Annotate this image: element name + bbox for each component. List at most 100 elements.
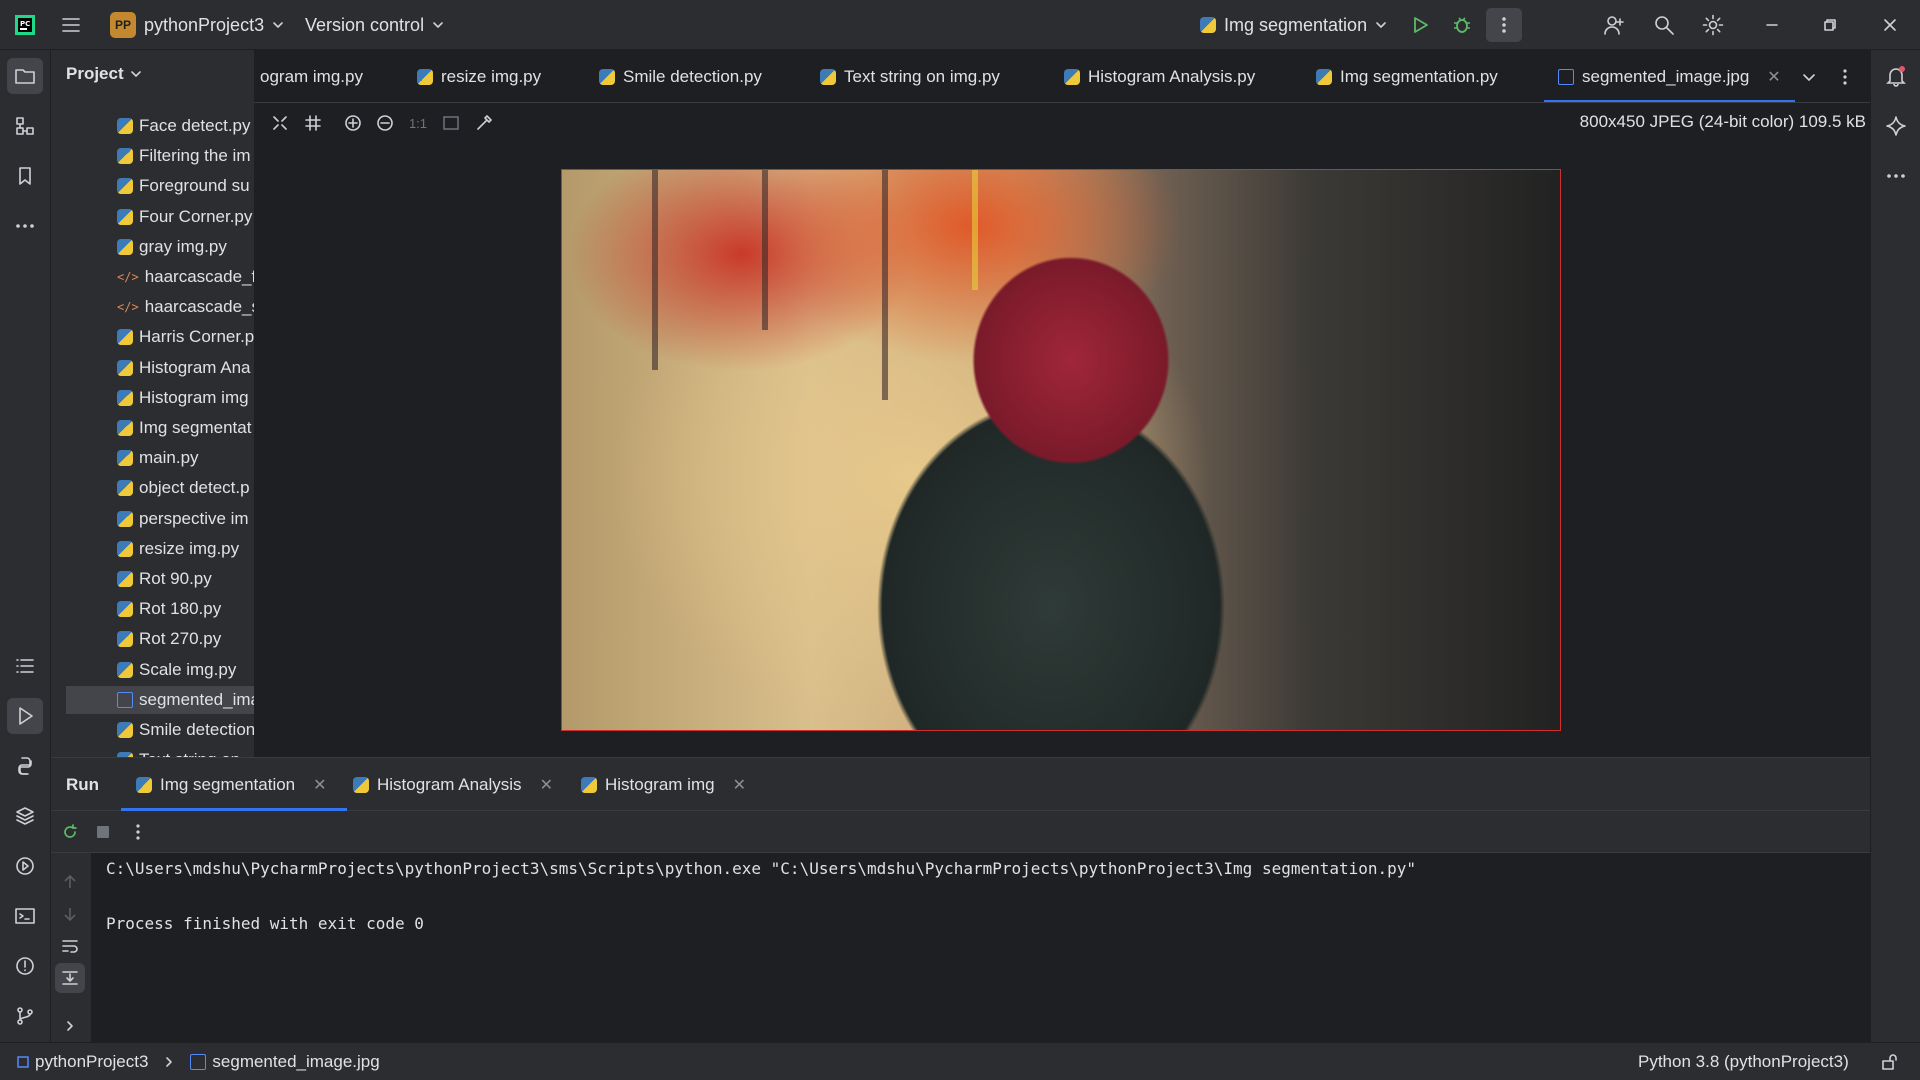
python-file-icon xyxy=(117,510,133,527)
stop-button[interactable] xyxy=(88,815,118,849)
close-tab-icon[interactable]: ✕ xyxy=(733,775,746,795)
fit-window-button[interactable] xyxy=(438,110,464,136)
project-switcher[interactable]: PP pythonProject3 xyxy=(110,0,284,50)
tree-item-label: haarcascade_fr xyxy=(144,267,254,286)
tree-item[interactable]: main.py xyxy=(117,444,254,472)
ai-assistant-button[interactable] xyxy=(1878,108,1914,144)
tree-item[interactable]: Foreground su xyxy=(117,172,254,200)
git-tool-button[interactable] xyxy=(7,998,43,1034)
more-right-tools-button[interactable] xyxy=(1878,158,1914,194)
structure-tool-button[interactable] xyxy=(7,108,43,144)
tree-item[interactable]: Harris Corner.p xyxy=(117,323,254,351)
python-console-button[interactable] xyxy=(7,748,43,784)
run-tool-button[interactable] xyxy=(7,698,43,734)
vcs-menu[interactable]: Version control xyxy=(305,0,444,50)
bookmarks-tool-button[interactable] xyxy=(7,158,43,194)
minimize-button[interactable] xyxy=(1754,8,1790,42)
tree-item[interactable]: Filtering the im xyxy=(117,142,254,170)
python-file-icon xyxy=(117,540,133,557)
color-picker-button[interactable] xyxy=(471,110,497,136)
scroll-up-button[interactable] xyxy=(55,867,85,897)
soft-wrap-button[interactable] xyxy=(55,931,85,961)
run-button[interactable] xyxy=(1402,8,1438,42)
rerun-button[interactable] xyxy=(55,815,85,849)
tab-options-button[interactable] xyxy=(1842,50,1848,102)
tab-smile-detection[interactable]: Smile detection.py xyxy=(599,50,762,102)
tab-histogram-img[interactable]: ogram img.py xyxy=(260,50,363,102)
problems-tool-button[interactable] xyxy=(7,948,43,984)
tree-item[interactable]: perspective im xyxy=(117,505,254,533)
close-window-button[interactable] xyxy=(1872,8,1908,42)
settings-button[interactable] xyxy=(1695,8,1731,42)
project-tool-button[interactable] xyxy=(7,58,43,94)
notifications-button[interactable] xyxy=(1878,58,1914,94)
search-button[interactable] xyxy=(1646,8,1682,42)
tree-item[interactable]: Histogram img xyxy=(117,384,254,412)
tab-histogram-analysis[interactable]: Histogram Analysis.py xyxy=(1064,50,1255,102)
breadcrumb: pythonProject3 segmented_image.jpg xyxy=(17,1052,380,1072)
terminal-tool-button[interactable] xyxy=(7,898,43,934)
tree-item[interactable]: object detect.p xyxy=(117,474,254,502)
tree-item[interactable]: Img segmentat xyxy=(117,414,254,442)
code-with-me-button[interactable] xyxy=(1596,8,1632,42)
tab-segmented-image[interactable]: segmented_image.jpg ✕ xyxy=(1544,50,1795,102)
tree-item[interactable]: gray img.py xyxy=(117,233,254,261)
grid-toggle-button[interactable] xyxy=(300,110,326,136)
tab-img-segmentation[interactable]: Img segmentation.py xyxy=(1316,50,1498,102)
close-tab-icon[interactable]: ✕ xyxy=(313,775,326,795)
interpreter-selector[interactable]: Python 3.8 (pythonProject3) xyxy=(1638,1052,1849,1072)
tree-item[interactable]: Scale img.py xyxy=(117,656,254,684)
tree-item[interactable]: Histogram Ana xyxy=(117,354,254,382)
services-tool-button[interactable] xyxy=(7,848,43,884)
close-tab-icon[interactable]: ✕ xyxy=(1767,67,1780,87)
tree-item-label: Histogram Ana xyxy=(139,357,251,377)
more-tools-button[interactable] xyxy=(7,208,43,244)
breadcrumb-file[interactable]: segmented_image.jpg xyxy=(212,1052,379,1072)
actual-size-button[interactable]: 1:1 xyxy=(405,110,431,136)
zoom-out-button[interactable] xyxy=(372,110,398,136)
tree-item[interactable]: Rot 180.py xyxy=(117,595,254,623)
tree-item[interactable]: Face detect.py xyxy=(117,112,254,140)
expand-gutter-button[interactable] xyxy=(55,1011,85,1041)
restore-button[interactable] xyxy=(1812,8,1848,42)
read-only-toggle[interactable] xyxy=(1880,1053,1898,1071)
zoom-in-button[interactable] xyxy=(340,110,366,136)
run-tab-histogram-analysis[interactable]: Histogram Analysis ✕ xyxy=(353,758,553,811)
image-file-icon xyxy=(117,691,133,708)
debug-button[interactable] xyxy=(1444,8,1480,42)
todo-tool-button[interactable] xyxy=(7,648,43,684)
tree-item[interactable]: </> haarcascade_fr xyxy=(117,263,254,291)
run-more-button[interactable] xyxy=(123,815,153,849)
tree-item-label: Rot 270.py xyxy=(139,629,222,649)
pycharm-logo-icon[interactable]: PC xyxy=(14,0,36,50)
tree-item-label: Scale img.py xyxy=(139,659,237,679)
tree-item[interactable]: Four Corner.py xyxy=(117,203,254,231)
tree-item[interactable]: </> haarcascade_s xyxy=(117,293,254,321)
breadcrumb-project[interactable]: pythonProject3 xyxy=(35,1052,148,1072)
run-config-selector[interactable]: Img segmentation xyxy=(1200,0,1387,50)
run-tab-img-segmentation[interactable]: Img segmentation ✕ xyxy=(121,758,347,811)
more-actions-button[interactable] xyxy=(1486,8,1522,42)
close-tab-icon[interactable]: ✕ xyxy=(540,775,553,795)
tree-item[interactable]: resize img.py xyxy=(117,535,254,563)
pipette-icon xyxy=(477,115,492,130)
python-packages-button[interactable] xyxy=(7,798,43,834)
tree-item[interactable]: Smile detection xyxy=(117,716,254,744)
tab-list-dropdown[interactable] xyxy=(1802,50,1816,102)
run-tab-histogram-img[interactable]: Histogram img ✕ xyxy=(581,758,746,811)
python-file-icon xyxy=(117,571,133,587)
tree-item[interactable]: Rot 90.py xyxy=(117,565,254,593)
tab-resize-img[interactable]: resize img.py xyxy=(417,50,541,102)
play-icon xyxy=(1414,17,1428,33)
main-menu-icon[interactable] xyxy=(60,0,82,50)
fit-zoom-button[interactable] xyxy=(267,110,293,136)
project-panel-header[interactable]: Project xyxy=(66,64,142,84)
python-file-icon xyxy=(1316,68,1332,85)
tree-item[interactable]: Rot 270.py xyxy=(117,625,254,653)
tab-text-string[interactable]: Text string on img.py xyxy=(820,50,1000,102)
tree-item[interactable]: segmented_ima xyxy=(66,685,254,714)
scroll-to-end-button[interactable] xyxy=(55,963,85,993)
python-file-icon xyxy=(820,68,836,85)
scroll-down-button[interactable] xyxy=(55,899,85,929)
tree-item[interactable]: Text string on xyxy=(117,746,254,757)
